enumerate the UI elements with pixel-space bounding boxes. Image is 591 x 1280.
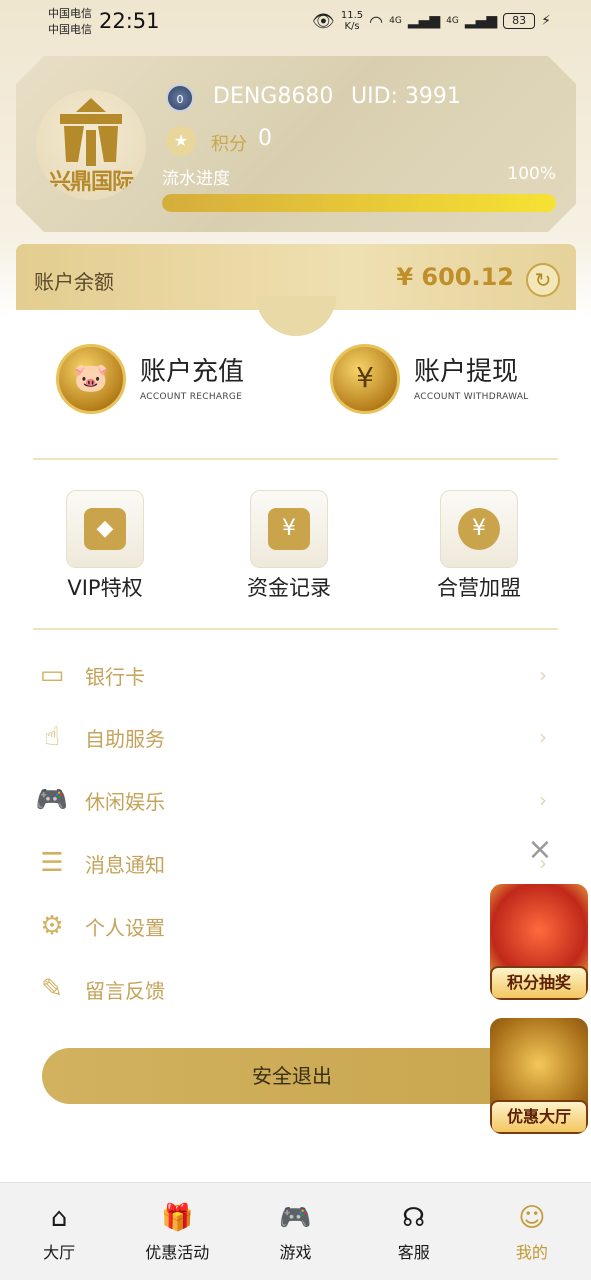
divider-top — [33, 458, 558, 460]
menu-item-leisure[interactable]: 🎮 休闲娱乐 › — [33, 775, 553, 825]
gamepad-icon: 🎮 — [35, 785, 69, 815]
shortcut-fund-records-label: 资金记录 — [247, 576, 331, 600]
carrier-names: 中国电信 中国电信 — [48, 6, 92, 38]
menu-item-settings[interactable]: ⚙ 个人设置 › — [33, 901, 553, 951]
gamepad-icon: 🎮 — [279, 1203, 312, 1233]
menu-label-self-service: 自助服务 — [85, 726, 165, 751]
carrier-2: 中国电信 — [48, 23, 92, 36]
nav-home[interactable]: ⌂ 大厅 — [0, 1183, 118, 1280]
bank-card-icon: ▭ — [39, 660, 65, 690]
self-service-icon: ☝ — [44, 722, 60, 752]
divider-middle — [33, 628, 558, 630]
headset-icon: ☊ — [402, 1203, 426, 1233]
menu-label-bank-card: 银行卡 — [85, 664, 145, 689]
turnover-progress-percent: 100% — [507, 164, 556, 184]
close-icon[interactable]: × — [526, 835, 554, 865]
wifi-icon: ◠ — [369, 11, 384, 31]
withdraw-subtitle: ACCOUNT WITHDRAWAL — [414, 392, 529, 402]
points-lottery-promo[interactable]: 积分抽奖 — [490, 884, 588, 1000]
refresh-balance-icon[interactable]: ↻ — [526, 263, 560, 297]
menu-label-settings: 个人设置 — [85, 915, 165, 940]
menu-label-feedback: 留言反馈 — [85, 978, 165, 1003]
money-box-icon: ¥ — [268, 508, 310, 550]
shortcut-vip-label: VIP特权 — [67, 576, 143, 600]
status-time: 22:51 — [99, 9, 160, 33]
menu-item-self-service[interactable]: ☝ 自助服务 › — [33, 712, 553, 762]
signal-1-icon: ▂▄▆ — [407, 13, 441, 29]
balance-label: 账户余额 — [34, 270, 114, 294]
user-icon: ☺ — [518, 1203, 546, 1233]
house-icon: ⌂ — [50, 1203, 68, 1233]
signal-2-icon: ▂▄▆ — [464, 13, 498, 29]
nav-promotions[interactable]: 🎁 优惠活动 — [118, 1183, 236, 1280]
points-lottery-label: 积分抽奖 — [490, 966, 588, 1000]
status-icons: 👁 11.5 K/s ◠ 4G ▂▄▆ 4G ▂▄▆ 83 ⚡ — [312, 10, 551, 32]
recharge-title: 账户充值 — [140, 357, 245, 387]
chevron-right-icon: › — [539, 663, 547, 687]
points-value: 0 — [258, 126, 272, 151]
menu-item-feedback[interactable]: ✎ 留言反馈 › — [33, 964, 553, 1014]
nav-home-label: 大厅 — [43, 1243, 76, 1262]
recharge-subtitle: ACCOUNT RECHARGE — [140, 392, 243, 402]
avatar[interactable]: 兴鼎国际 — [36, 90, 146, 200]
balance-amount: ¥ 600.12 — [396, 263, 514, 291]
chevron-right-icon: › — [539, 788, 547, 812]
shortcut-fund-records[interactable]: ¥ 资金记录 — [214, 490, 364, 602]
nav-games-label: 游戏 — [279, 1243, 312, 1262]
net-speed: 11.5 K/s — [340, 10, 364, 32]
piggy-bank-icon: 🐷 — [56, 344, 126, 414]
turnover-progress-fill — [162, 194, 556, 212]
atm-icon: ¥ — [330, 344, 400, 414]
turnover-progress-bar — [162, 194, 556, 212]
withdraw-button[interactable]: ¥ 账户提现 ACCOUNT WITHDRAWAL — [330, 344, 529, 414]
logout-button[interactable]: 安全退出 — [42, 1048, 542, 1104]
battery-indicator: 83 — [503, 13, 536, 29]
nav-support[interactable]: ☊ 客服 — [355, 1183, 473, 1280]
nav-mine-label: 我的 — [515, 1243, 548, 1262]
charging-icon: ⚡ — [541, 13, 551, 29]
points-star-icon: ★ — [166, 126, 196, 156]
avatar-brand-text: 兴鼎国际 — [48, 170, 134, 195]
carrier-1: 中国电信 — [48, 7, 92, 20]
menu-label-messages: 消息通知 — [85, 852, 165, 877]
menu-item-bank-card[interactable]: ▭ 银行卡 › — [33, 650, 553, 700]
username: DENG8680 — [213, 84, 334, 109]
vip-level-badge: 0 — [166, 84, 194, 112]
recharge-button[interactable]: 🐷 账户充值 ACCOUNT RECHARGE — [56, 344, 244, 414]
menu-item-messages[interactable]: ☰ 消息通知 › — [33, 838, 553, 888]
status-bar: 中国电信 中国电信 22:51 👁 11.5 K/s ◠ 4G ▂▄▆ 4G ▂… — [0, 0, 591, 44]
points-label: 积分 — [211, 134, 247, 155]
coin-hand-icon: ¥ — [458, 508, 500, 550]
nav-support-label: 客服 — [397, 1243, 430, 1262]
turnover-progress-label: 流水进度 — [162, 169, 230, 189]
user-uid: UID: 3991 — [351, 84, 461, 109]
bottom-nav: ⌂ 大厅 🎁 优惠活动 🎮 游戏 ☊ 客服 ☺ 我的 — [0, 1182, 591, 1280]
signal-2-label: 4G — [446, 16, 459, 26]
nav-promotions-label: 优惠活动 — [145, 1243, 210, 1262]
promo-hall-label: 优惠大厅 — [490, 1100, 588, 1134]
shortcut-franchise-label: 合营加盟 — [437, 576, 521, 600]
message-icon: ☰ — [40, 848, 64, 878]
chevron-right-icon: › — [539, 725, 547, 749]
feedback-icon: ✎ — [41, 974, 63, 1004]
eye-icon: 👁 — [312, 10, 335, 32]
shortcut-franchise[interactable]: ¥ 合营加盟 — [404, 490, 554, 602]
profile-card: 兴鼎国际 0 DENG8680 UID: 3991 ★ 积分 0 流水进度 10… — [16, 56, 576, 232]
signal-1-label: 4G — [389, 16, 402, 26]
shortcut-vip[interactable]: ◆ VIP特权 — [30, 490, 180, 602]
gift-icon: 🎁 — [161, 1203, 194, 1233]
menu-label-leisure: 休闲娱乐 — [85, 789, 165, 814]
promo-hall-promo[interactable]: 优惠大厅 — [490, 1018, 588, 1134]
nav-mine[interactable]: ☺ 我的 — [473, 1183, 591, 1280]
withdraw-title: 账户提现 — [414, 357, 519, 387]
gear-icon: ⚙ — [40, 911, 64, 941]
nav-games[interactable]: 🎮 游戏 — [236, 1183, 354, 1280]
diamond-icon: ◆ — [84, 508, 126, 550]
